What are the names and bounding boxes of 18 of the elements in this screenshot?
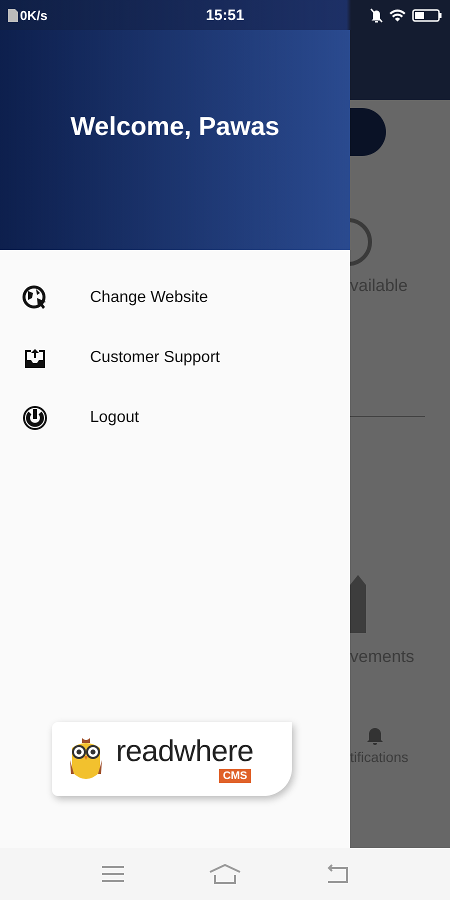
brand-logo: readwhere CMS xyxy=(52,722,292,796)
power-icon xyxy=(22,405,48,431)
menu-item[interactable]: Logout xyxy=(0,388,350,448)
menu-item[interactable]: Change Website xyxy=(0,268,350,328)
bell-off-icon xyxy=(370,8,383,22)
back-button[interactable] xyxy=(326,864,348,884)
bell-icon xyxy=(366,725,384,745)
dimmed-pill xyxy=(350,108,386,156)
wifi-icon xyxy=(389,8,406,22)
inbox-upload-icon xyxy=(22,346,48,370)
welcome-title: Welcome, Pawas xyxy=(70,110,280,142)
sim-card-icon xyxy=(8,8,18,22)
home-button[interactable] xyxy=(208,864,241,884)
menu-button[interactable] xyxy=(102,866,124,882)
network-speed: 0K/s xyxy=(20,8,48,22)
clock-time: 15:51 xyxy=(206,6,244,24)
battery-icon xyxy=(412,8,442,22)
menu-item[interactable]: Customer Support xyxy=(0,328,350,388)
